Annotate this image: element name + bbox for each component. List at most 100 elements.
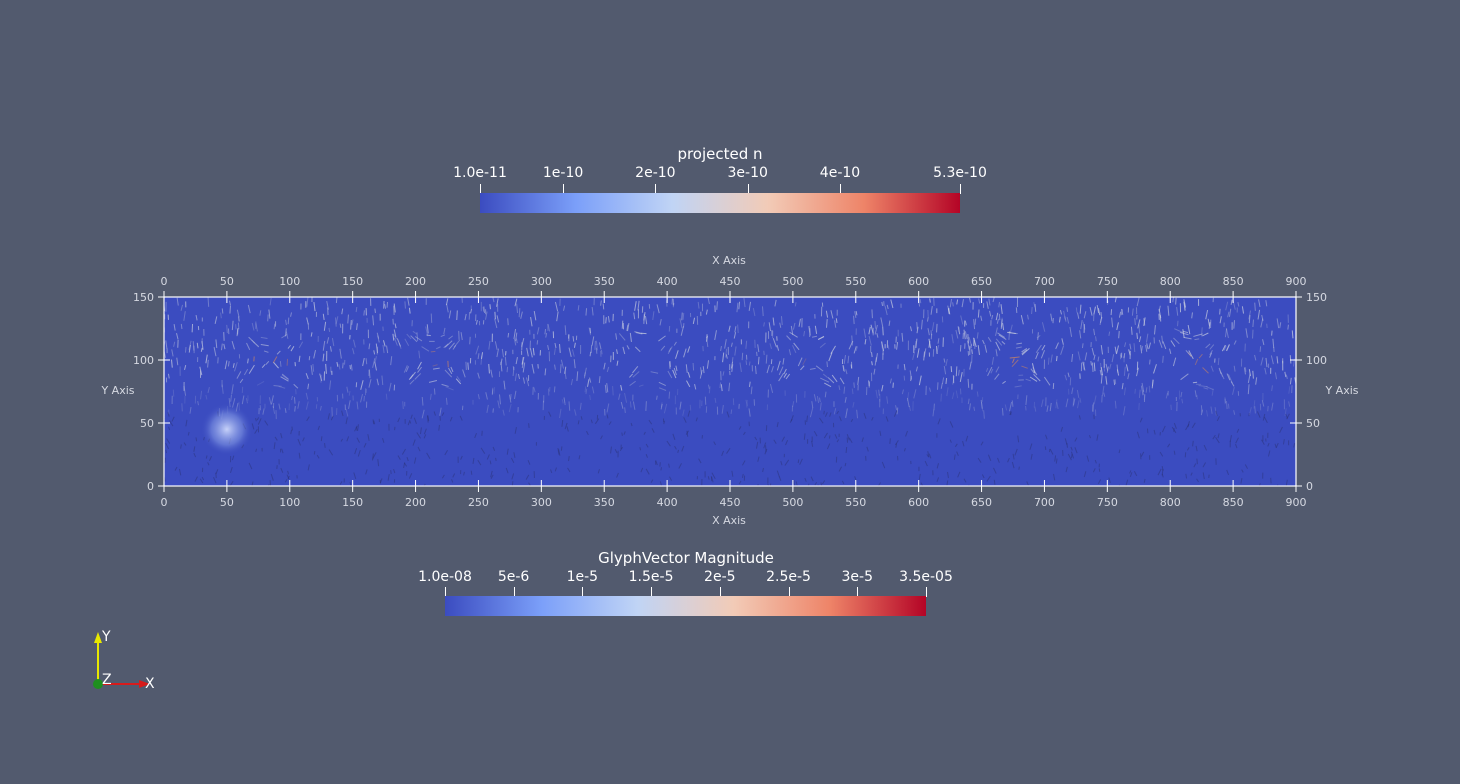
x-tick-label-top: 250 [468,275,489,288]
vector-glyph [757,356,760,365]
vector-glyph [881,301,883,307]
x-tick-label-bottom: 900 [1286,496,1307,509]
x-tick-label-bottom: 300 [531,496,552,509]
vector-glyph [427,415,429,423]
vector-glyph [656,395,658,400]
vector-glyph [507,332,510,338]
vector-glyph [1134,318,1136,325]
vector-glyph [797,459,800,464]
x-tick-label-bottom: 800 [1160,496,1181,509]
vector-glyph [518,308,521,318]
vector-glyph [291,426,293,431]
x-tick-label-top: 900 [1286,275,1307,288]
vector-glyph [602,303,605,310]
x-tick-label-bottom: 700 [1034,496,1055,509]
x-tick-label-top: 400 [657,275,678,288]
vector-glyph [507,318,509,326]
x-tick-label-bottom: 450 [720,496,741,509]
y-tick-label-left: 0 [147,480,154,493]
vector-glyph [192,341,195,351]
vector-glyph [1075,307,1078,313]
vector-glyph [600,300,602,306]
vector-glyph [355,306,358,313]
vector-glyph [598,376,601,384]
vector-glyph [660,467,662,471]
vector-glyph [324,442,326,448]
x-tick-label-top: 450 [720,275,741,288]
bright-blob [200,403,253,456]
vector-glyph [945,377,948,385]
x-axis-title-top: X Axis [712,254,746,267]
vector-glyph [1162,355,1164,363]
x-tick-label-top: 100 [279,275,300,288]
y-tick-label-left: 100 [133,354,154,367]
vector-glyph [878,389,880,396]
x-tick-label-top: 800 [1160,275,1181,288]
x-tick-label-top: 550 [845,275,866,288]
vector-glyph [184,346,187,353]
vector-glyph [385,393,388,400]
vector-glyph [823,410,825,415]
vector-glyph [553,386,556,393]
vector-glyph [585,308,588,316]
vector-glyph [868,380,870,386]
vector-glyph [745,360,748,366]
vector-glyph [1192,440,1194,447]
vector-glyph [645,401,647,411]
vector-glyph [1244,367,1247,372]
x-tick-label-top: 0 [161,275,168,288]
vector-glyph [1254,406,1256,414]
vector-glyph [959,345,962,352]
vector-glyph [229,305,231,314]
vector-glyph [1001,407,1004,416]
triad-z-label: Z [102,672,112,688]
vector-glyph [180,323,183,330]
x-tick-label-top: 650 [971,275,992,288]
vector-glyph [492,408,494,413]
vector-glyph [221,308,224,314]
x-tick-label-bottom: 50 [220,496,234,509]
vector-glyph [488,363,490,374]
vector-glyph [993,479,996,485]
vector-glyph [339,323,342,328]
y-axis-title-right: Y Axis [1324,384,1358,397]
x-tick-label-bottom: 150 [342,496,363,509]
vector-glyph [207,297,210,307]
vector-glyph [605,317,607,324]
vector-glyph [1259,346,1262,352]
vector-glyph [374,308,376,314]
y-tick-label-right: 50 [1306,417,1320,430]
vector-glyph [1225,401,1228,410]
vector-glyph [544,329,547,335]
vector-glyph [681,312,683,321]
x-tick-label-bottom: 850 [1223,496,1244,509]
vector-glyph [489,304,491,310]
vector-glyph [365,358,368,365]
vector-glyph [1233,320,1235,329]
vector-glyph [589,351,592,357]
colorbar-title: GlyphVector Magnitude [598,549,774,567]
render-view[interactable]: 0050501001001501502002002502503003003503… [0,0,1460,784]
vector-glyph [843,386,846,394]
vector-glyph [456,310,458,321]
vector-glyph [584,386,587,393]
vector-glyph [826,319,828,328]
vector-glyph [1289,355,1292,364]
vector-glyph [660,402,663,408]
vector-glyph [559,344,561,353]
vector-glyph [1031,306,1033,315]
vector-glyph [1291,330,1294,339]
vector-glyph [438,424,440,431]
x-tick-label-top: 700 [1034,275,1055,288]
vector-glyph [320,436,323,442]
vector-glyph [402,401,404,410]
vector-glyph [226,324,228,334]
vector-glyph [748,361,751,366]
colorbar-tick-label: 1.5e-5 [628,569,674,585]
x-tick-label-bottom: 100 [279,496,300,509]
vector-glyph [948,307,950,314]
vector-glyph [255,417,257,422]
vector-glyph [416,332,419,341]
colorbar-tick-label: 1.0e-08 [418,569,472,585]
vector-glyph [967,378,970,388]
